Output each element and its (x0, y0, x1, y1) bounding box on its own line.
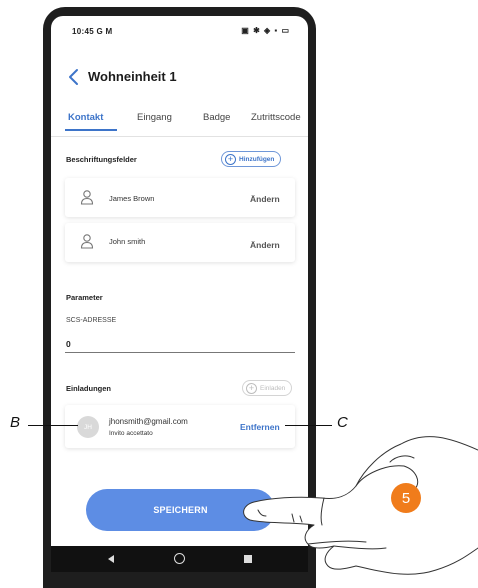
invite-status: Invito accettato (109, 430, 153, 437)
status-icons: ▣ ✱ ◈ ▪ ▭ (241, 26, 290, 35)
scs-address-label: SCS-ADRESSE (66, 317, 117, 324)
manual-illustration: 10:45 G M ▣ ✱ ◈ ▪ ▭ Wohneinheit 1 Kontak… (0, 0, 478, 588)
parameters-section-title: Parameter (66, 293, 103, 302)
add-label-button[interactable]: + Hinzufügen (221, 151, 282, 167)
plus-icon: + (246, 382, 257, 394)
edit-link[interactable]: Ändern (250, 240, 280, 250)
tab-eingang[interactable]: Eingang (137, 112, 172, 123)
input-underline (65, 352, 295, 353)
callout-b-label: B (10, 414, 21, 431)
person-icon (80, 234, 94, 249)
tab-kontakt[interactable]: Kontakt (68, 112, 103, 123)
active-tab-indicator (65, 129, 117, 131)
callout-c-line (285, 425, 332, 426)
status-time: 10:45 G M (72, 27, 113, 36)
label-row: James Brown Ändern (65, 178, 295, 217)
chevron-left-icon[interactable] (65, 67, 83, 87)
plus-icon: + (225, 153, 236, 165)
invite-email: jhonsmith@gmail.com (109, 417, 188, 426)
pointing-hand-icon (243, 436, 478, 575)
tab-zutrittscode[interactable]: Zutrittscode (251, 112, 301, 123)
invite-button[interactable]: + Einladen (242, 380, 293, 396)
tab-badge[interactable]: Badge (203, 112, 230, 123)
avatar: JH (77, 416, 99, 438)
callout-b-line (28, 425, 78, 426)
tab-bar: Kontakt Eingang Badge Zutrittscode (51, 112, 308, 134)
divider (51, 136, 308, 137)
scs-address-input[interactable]: 0 (66, 339, 71, 349)
status-bar: 10:45 G M ▣ ✱ ◈ ▪ ▭ (51, 16, 308, 44)
person-icon (80, 190, 94, 205)
edit-link[interactable]: Ändern (250, 194, 280, 204)
page-title: Wohneinheit 1 (88, 69, 177, 84)
labels-section-title: Beschriftungsfelder (66, 155, 137, 164)
invite-button-text: Einladen (260, 384, 286, 392)
callout-c-label: C (337, 414, 348, 431)
label-name: James Brown (109, 194, 155, 203)
step-number-badge: 5 (391, 483, 421, 513)
header: Wohneinheit 1 (51, 68, 308, 88)
nav-home-icon[interactable] (174, 553, 185, 564)
invitations-section-title: Einladungen (66, 384, 111, 393)
label-row: John smith Ändern (65, 223, 295, 262)
nav-back-icon[interactable] (106, 554, 116, 564)
add-label-button-text: Hinzufügen (239, 155, 275, 163)
label-name: John smith (109, 237, 146, 246)
